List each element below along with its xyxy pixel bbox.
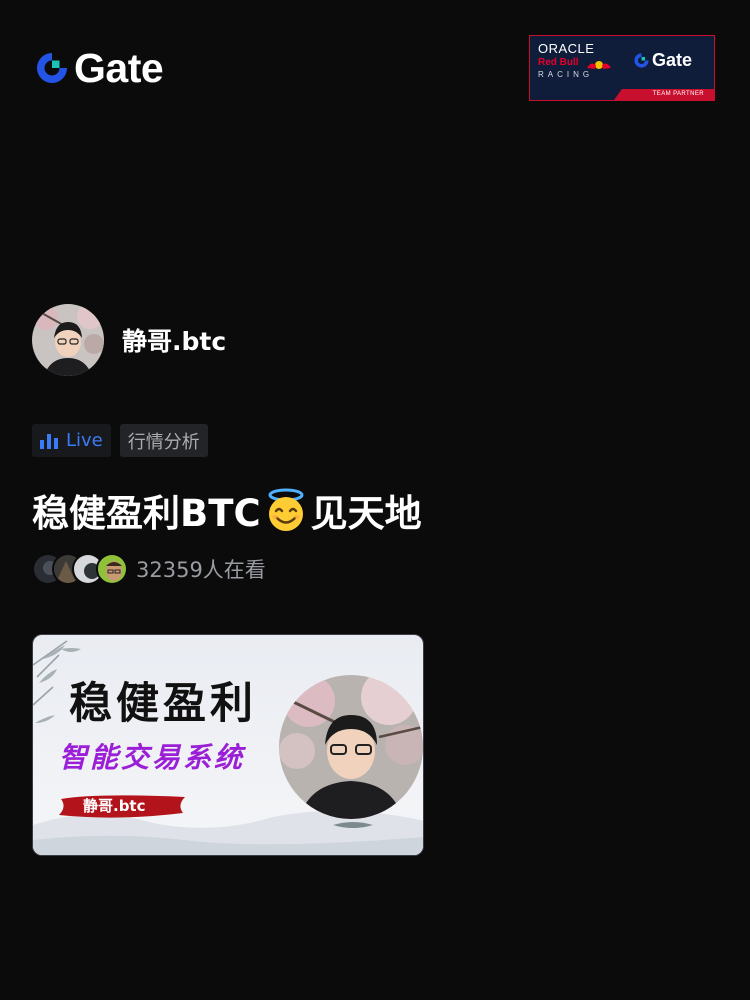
gate-small-icon — [634, 53, 649, 68]
live-label: Live — [66, 430, 103, 451]
cover-name-tag: 静哥.btc — [83, 797, 146, 815]
viewer-info[interactable]: 32359人在看 — [32, 552, 266, 586]
cover-host-photo — [279, 675, 423, 819]
viewer-avatars — [32, 552, 128, 586]
cover-subtitle: 智能交易系统 — [59, 741, 246, 774]
oracle-wordmark: ORACLE — [538, 41, 595, 56]
smiling-face-with-halo-icon — [268, 488, 304, 531]
category-tag[interactable]: 行情分析 — [119, 424, 208, 457]
stream-title-text: 稳健盈利BTC — [32, 492, 261, 535]
viewer-avatar — [96, 553, 128, 585]
team-partner-banner[interactable]: ORACLE Red Bull RACING Gate TEAM PARTNER — [529, 35, 715, 101]
red-bull-icon — [587, 61, 611, 69]
stream-tags: Live 行情分析 — [32, 424, 217, 457]
live-bars-icon — [40, 433, 58, 449]
host-avatar[interactable] — [32, 304, 104, 376]
stream-cover[interactable]: 稳健盈利 智能交易系统 静哥.btc — [32, 634, 424, 856]
partner-gate-wordmark: Gate — [652, 50, 693, 70]
gate-logo-icon — [37, 53, 67, 83]
gate-logo-text: Gate — [74, 45, 164, 91]
stream-title[interactable]: 稳健盈利BTC 见天地 — [32, 484, 422, 536]
category-label: 行情分析 — [127, 431, 200, 453]
viewer-count: 32359人在看 — [136, 558, 266, 582]
live-badge: Live — [32, 424, 111, 457]
team-partner-label: TEAM PARTNER — [652, 91, 704, 97]
cover-headline: 稳健盈利 — [69, 679, 257, 729]
stream-title-suffix: 见天地 — [310, 492, 422, 535]
gate-logo: Gate — [34, 45, 164, 91]
host-name[interactable]: 静哥.btc — [122, 322, 226, 358]
host-profile[interactable]: 静哥.btc — [32, 304, 226, 376]
